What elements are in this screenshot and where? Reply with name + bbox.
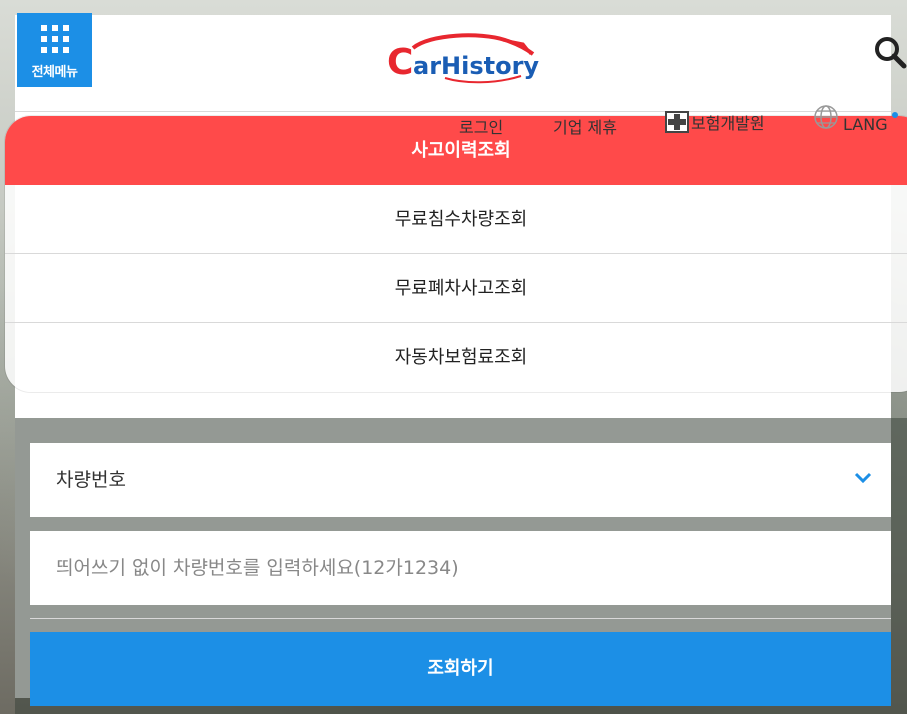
overlay-menu-label: 무료폐차사고조회 bbox=[394, 278, 528, 299]
plate-number-input[interactable] bbox=[30, 531, 891, 605]
carhistory-logo[interactable]: C arHistory bbox=[385, 32, 540, 87]
overlay-menu-label: 사고이력조회 bbox=[411, 140, 511, 161]
search-type-value: 차량번호 bbox=[56, 469, 126, 491]
insurance-cross-icon bbox=[665, 111, 689, 133]
search-submit-button[interactable]: 조회하기 bbox=[30, 632, 891, 706]
overlay-menu-item-accident-history[interactable]: 사고이력조회 bbox=[5, 116, 907, 185]
search-icon[interactable] bbox=[873, 35, 907, 69]
overlay-menu: 사고이력조회 무료침수차량조회 무료폐차사고조회 자동차보험료조회 bbox=[5, 116, 907, 392]
insurance-institute-label: 보험개발원 bbox=[691, 114, 765, 133]
globe-icon bbox=[814, 105, 838, 129]
language-indicator-dot bbox=[891, 112, 898, 118]
insurance-institute-link[interactable]: 보험개발원 bbox=[665, 110, 765, 134]
all-menu-button[interactable]: 전체메뉴 bbox=[17, 13, 92, 87]
chevron-down-icon bbox=[854, 472, 872, 484]
language-label: LANG bbox=[843, 115, 888, 134]
overlay-menu-item-scrap[interactable]: 무료폐차사고조회 bbox=[5, 254, 907, 323]
grid-menu-icon bbox=[40, 25, 69, 53]
overlay-menu-label: 자동차보험료조회 bbox=[394, 347, 528, 368]
language-selector[interactable]: LANG bbox=[813, 104, 898, 134]
login-link[interactable]: 로그인 bbox=[459, 114, 503, 138]
overlay-menu-item-flood[interactable]: 무료침수차량조회 bbox=[5, 185, 907, 254]
overlay-menu-item-insurance-fee[interactable]: 자동차보험료조회 bbox=[5, 323, 907, 392]
search-type-select[interactable]: 차량번호 bbox=[30, 443, 891, 517]
form-divider bbox=[30, 618, 891, 619]
all-menu-label: 전체메뉴 bbox=[31, 65, 78, 80]
corporate-partnership-link[interactable]: 기업 제휴 bbox=[553, 114, 617, 138]
overlay-menu-label: 무료침수차량조회 bbox=[394, 209, 528, 230]
svg-text:C: C bbox=[387, 42, 413, 83]
